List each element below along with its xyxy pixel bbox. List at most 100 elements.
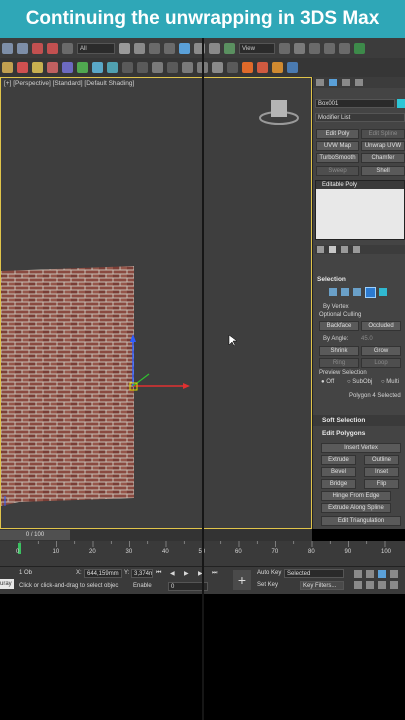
motion-tab-icon[interactable]: [355, 79, 363, 86]
perspective-viewport[interactable]: [+] [Perspective] [Standard] [Default Sh…: [0, 77, 312, 529]
grow-button[interactable]: Grow: [361, 346, 401, 356]
undo-icon[interactable]: [2, 42, 13, 54]
outline-button[interactable]: Outline: [364, 455, 399, 465]
object-name-field[interactable]: Box001: [315, 99, 395, 108]
field-of-view-icon[interactable]: [354, 581, 362, 589]
backface-button[interactable]: Backface: [319, 321, 359, 331]
ring-button[interactable]: Ring: [319, 358, 359, 368]
hinge-from-edge-button[interactable]: Hinge From Edge: [321, 491, 391, 501]
go-to-start-icon[interactable]: ⏮: [156, 570, 161, 577]
sweep-button[interactable]: Sweep: [316, 166, 359, 176]
bevel-button[interactable]: Bevel: [321, 467, 356, 477]
modify-tab-icon[interactable]: [329, 79, 337, 86]
maximize-viewport-icon[interactable]: [390, 581, 398, 589]
make-unique-icon[interactable]: [341, 246, 348, 253]
material-editor-icon[interactable]: [17, 62, 28, 73]
placement-icon[interactable]: [224, 42, 235, 54]
play-animation-icon[interactable]: ▶: [184, 570, 189, 577]
unwrap-uvw-button[interactable]: Unwrap UVW: [361, 141, 405, 151]
key-filters-button[interactable]: Key Filters...: [300, 581, 344, 590]
y-coordinate-field[interactable]: 3,374m: [131, 569, 153, 578]
polygon-mode-icon[interactable]: [365, 287, 376, 298]
soft-selection-header[interactable]: Soft Selection: [322, 417, 365, 424]
viewcube-icon[interactable]: [271, 100, 287, 117]
reference-coordinate-dropdown[interactable]: View: [239, 42, 275, 54]
edit-spline-button[interactable]: Edit Spline: [361, 129, 405, 139]
selection-filter-dropdown[interactable]: All: [77, 42, 115, 54]
inset-button[interactable]: Inset: [364, 467, 399, 477]
render-iterative-icon[interactable]: [227, 62, 238, 73]
bind-space-warp-icon[interactable]: [62, 42, 73, 54]
bridge-button[interactable]: Bridge: [321, 479, 356, 489]
auto-key-button[interactable]: Auto Key: [257, 570, 281, 576]
brick-wall-mesh[interactable]: [1, 266, 134, 506]
time-slider-thumb[interactable]: 0 / 100: [0, 530, 70, 540]
set-key-button[interactable]: Set Key: [257, 582, 278, 588]
modifier-stack[interactable]: Editable Poly: [315, 180, 405, 240]
vertex-mode-icon[interactable]: [329, 288, 337, 296]
create-tab-icon[interactable]: [316, 79, 324, 86]
loop-button[interactable]: Loop: [361, 358, 401, 368]
snaps-icon[interactable]: [309, 42, 320, 54]
extrude-along-spline-button[interactable]: Extrude Along Spline: [321, 503, 391, 513]
selection-rollout-header[interactable]: Selection: [317, 276, 346, 283]
fire-effect-icon[interactable]: [242, 62, 253, 73]
set-key-plus-icon[interactable]: +: [233, 570, 251, 590]
unlink-icon[interactable]: [47, 42, 58, 54]
preview-off-radio[interactable]: ● Off: [321, 379, 334, 385]
scene-converter-icon[interactable]: [257, 62, 268, 73]
play-icon[interactable]: [152, 62, 163, 73]
modifier-list-dropdown[interactable]: Modifier List: [315, 113, 405, 122]
select-manipulate-icon[interactable]: [294, 42, 305, 54]
window-crossing-icon[interactable]: [164, 42, 175, 54]
flip-button[interactable]: Flip: [364, 479, 399, 489]
create-box-icon[interactable]: [2, 62, 13, 73]
element-mode-icon[interactable]: [379, 288, 387, 296]
mirror-icon[interactable]: [339, 42, 350, 54]
border-mode-icon[interactable]: [353, 288, 361, 296]
pivot-icon[interactable]: [279, 42, 290, 54]
layer-explorer-icon[interactable]: [354, 42, 365, 54]
orbit-icon[interactable]: [378, 581, 386, 589]
schematic-icon[interactable]: [137, 62, 148, 73]
render-frame-icon[interactable]: [182, 62, 193, 73]
by-angle-checkbox[interactable]: By Angle:: [323, 336, 348, 342]
zoom-all-icon[interactable]: [366, 570, 374, 578]
maxscript-listener[interactable]: uray: [0, 579, 14, 589]
edge-mode-icon[interactable]: [341, 288, 349, 296]
redo-icon[interactable]: [17, 42, 28, 54]
extrude-button[interactable]: Extrude: [321, 455, 356, 465]
edit-poly-button[interactable]: Edit Poly: [316, 129, 359, 139]
stack-item-editable-poly[interactable]: Editable Poly: [316, 181, 404, 189]
fr-icon[interactable]: [272, 62, 283, 73]
rc-icon[interactable]: [287, 62, 298, 73]
quick-render-icon[interactable]: [212, 62, 223, 73]
pin-stack-icon[interactable]: [317, 246, 324, 253]
edit-triangulation-button[interactable]: Edit Triangulation: [321, 516, 401, 526]
chamfer-button[interactable]: Chamfer: [361, 153, 405, 163]
go-to-end-icon[interactable]: ⏭: [212, 570, 217, 577]
sphere-icon[interactable]: [32, 62, 43, 73]
angle-snap-icon[interactable]: [324, 42, 335, 54]
select-move-icon[interactable]: [179, 42, 190, 54]
render-setup-icon[interactable]: [167, 62, 178, 73]
select-object-icon[interactable]: [119, 42, 130, 54]
occluded-button[interactable]: Occluded: [361, 321, 401, 331]
preview-multi-radio[interactable]: ○ Multi: [381, 379, 399, 385]
select-by-name-icon[interactable]: [134, 42, 145, 54]
plane-icon[interactable]: [92, 62, 103, 73]
curve-editor-icon[interactable]: [122, 62, 133, 73]
adaptive-degradation-toggle[interactable]: Enable: [133, 583, 152, 589]
rectangular-selection-icon[interactable]: [149, 42, 160, 54]
cylinder-icon[interactable]: [47, 62, 58, 73]
select-scale-icon[interactable]: [209, 42, 220, 54]
turbosmooth-button[interactable]: TurboSmooth: [316, 153, 359, 163]
key-mode-dropdown[interactable]: Selected: [284, 569, 344, 578]
gizmo-x-arrow[interactable]: [183, 383, 190, 389]
time-slider[interactable]: 0 / 100: [0, 529, 312, 541]
hierarchy-tab-icon[interactable]: [342, 79, 350, 86]
show-end-result-icon[interactable]: [329, 246, 336, 253]
shrink-button[interactable]: Shrink: [319, 346, 359, 356]
by-vertex-checkbox[interactable]: By Vertex: [323, 304, 349, 310]
geosphere-icon[interactable]: [77, 62, 88, 73]
